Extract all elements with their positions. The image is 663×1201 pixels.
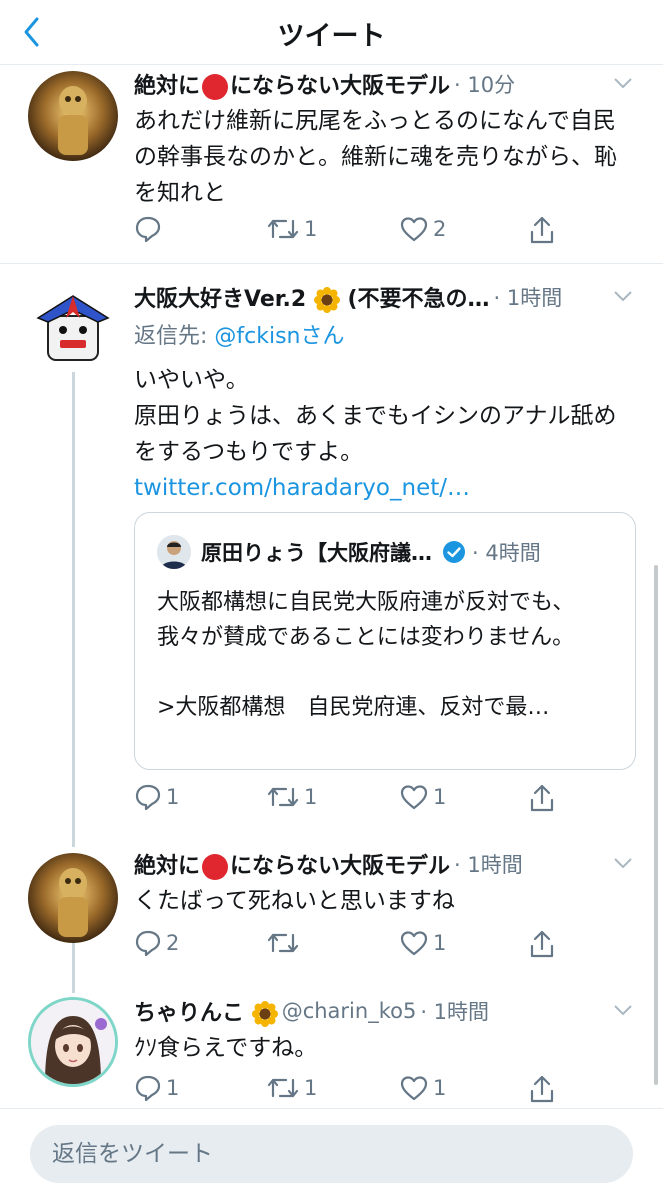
retweet-icon [267, 787, 299, 807]
tweet-link[interactable]: twitter.com/haradaryo_net/… [134, 470, 633, 506]
quoted-tweet[interactable]: 原田りょう【大阪府議… · 4時間 大阪都構想に自民党大阪府連が反対でも、我々が… [134, 512, 636, 770]
share-icon [530, 1075, 554, 1103]
reply-count: 1 [166, 785, 180, 809]
like-icon [400, 1076, 428, 1101]
like-button[interactable]: 2 [399, 215, 446, 243]
reply-to-handle[interactable]: @fckisnさん [214, 324, 344, 349]
verified-badge-icon [443, 541, 465, 563]
reply-icon [135, 216, 161, 243]
user-handle[interactable]: @charin_ko5 [282, 999, 417, 1023]
timestamp[interactable]: · 1時間 [494, 282, 563, 312]
tweet-actions: 2 1 [134, 929, 564, 963]
navigation-bar: ツイート [0, 0, 663, 65]
retweet-button[interactable]: 1 [266, 215, 317, 243]
avatar[interactable] [28, 997, 118, 1087]
display-name[interactable]: 絶対に にならない大阪モデル [134, 848, 450, 880]
tweet-actions: 1 2 [134, 215, 564, 249]
red-circle-emoji-icon [202, 854, 229, 880]
tweet-header: 大阪大好きVer.2 (不要不急の… · 1時間 [134, 280, 633, 314]
reply-button[interactable]: 1 [134, 783, 179, 811]
quoted-timestamp: · 4時間 [472, 541, 541, 565]
share-button[interactable] [528, 929, 556, 959]
like-icon [400, 931, 428, 956]
tweet-text: いやいや。 原田りょうは、あくまでもイシンのアナル舐めをするつもりですよ。 tw… [134, 362, 633, 506]
tweet-actions: 1 1 1 [134, 1074, 564, 1108]
like-count: 1 [433, 785, 447, 809]
reply-input[interactable]: 返信をツイート [30, 1125, 633, 1183]
retweet-count: 1 [304, 217, 318, 241]
share-button[interactable] [528, 1074, 556, 1104]
timestamp[interactable]: · 1時間 [420, 996, 489, 1026]
timestamp[interactable]: · 10分 [454, 69, 515, 99]
retweet-button[interactable] [266, 929, 304, 957]
sunflower-emoji-icon [251, 1001, 278, 1027]
share-icon [530, 216, 554, 244]
like-count: 1 [433, 931, 447, 955]
reply-icon [135, 930, 161, 957]
reply-icon [135, 1075, 161, 1102]
retweet-button[interactable]: 1 [266, 1074, 317, 1102]
retweet-count: 1 [304, 1076, 318, 1100]
share-button[interactable] [528, 215, 556, 245]
avatar[interactable] [28, 282, 118, 372]
reply-count: 2 [166, 931, 180, 955]
tweet[interactable]: ちゃりんこ @charin_ko5 · 1時間 ｸｿ食らえですね。 1 1 1 [0, 992, 663, 1108]
display-name[interactable]: 大阪大好きVer.2 (不要不急の… [134, 281, 490, 313]
reply-button[interactable]: 2 [134, 929, 179, 957]
tweet-actions: 1 1 1 [134, 783, 564, 817]
like-icon [400, 785, 428, 810]
sunflower-emoji-icon [313, 287, 340, 313]
like-button[interactable]: 1 [399, 1074, 446, 1102]
share-icon [530, 930, 554, 958]
reply-to: 返信先: @fckisnさん [134, 324, 345, 349]
tweet-header: 絶対に にならない大阪モデル · 10分 [134, 67, 633, 101]
like-button[interactable]: 1 [399, 929, 446, 957]
like-button[interactable]: 1 [399, 783, 446, 811]
timestamp[interactable]: · 1時間 [454, 849, 523, 879]
reply-composer: 返信をツイート [0, 1108, 663, 1201]
chevron-down-icon[interactable] [613, 1004, 633, 1016]
scrollbar[interactable] [654, 565, 658, 1085]
tweet-header: 絶対に にならない大阪モデル · 1時間 [134, 847, 633, 881]
quoted-tweet-header: 原田りょう【大阪府議… · 4時間 [157, 535, 541, 569]
like-count: 2 [433, 217, 447, 241]
share-icon [530, 784, 554, 812]
quoted-display-name: 原田りょう【大阪府議… [201, 541, 432, 565]
retweet-icon [267, 219, 299, 239]
avatar[interactable] [28, 71, 118, 161]
quoted-avatar [157, 535, 191, 569]
tweet-header: ちゃりんこ @charin_ko5 · 1時間 [134, 994, 633, 1028]
like-count: 1 [433, 1076, 447, 1100]
reply-button[interactable]: 1 [134, 1074, 179, 1102]
tweet-text: あれだけ維新に尻尾をふっとるのになんで自民の幹事長なのかと。維新に魂を売りながら… [134, 108, 617, 206]
avatar[interactable] [28, 853, 118, 943]
tweet[interactable]: 絶対に にならない大阪モデル · 10分 あれだけ維新に尻尾をふっとるのになんで自… [0, 65, 663, 264]
display-name[interactable]: ちゃりんこ [134, 995, 278, 1027]
retweet-count: 1 [304, 785, 318, 809]
chevron-down-icon[interactable] [613, 77, 633, 89]
reply-count: 1 [166, 1076, 180, 1100]
tweet[interactable]: 絶対に にならない大阪モデル · 1時間 くたばって死ねいと思いますね 2 1 [0, 845, 663, 980]
reply-button[interactable] [134, 215, 166, 243]
tweet-text: ｸｿ食らえですね。 [134, 1035, 318, 1061]
tweet-text: くたばって死ねいと思いますね [134, 888, 455, 914]
quoted-tweet-text: 大阪都構想に自民党大阪府連が反対でも、我々が賛成であることには変わりません。 >… [157, 590, 575, 720]
chevron-down-icon[interactable] [613, 290, 633, 302]
chevron-down-icon[interactable] [613, 857, 633, 869]
reply-icon [135, 784, 161, 811]
display-name[interactable]: 絶対に にならない大阪モデル [134, 68, 450, 100]
red-circle-emoji-icon [202, 74, 229, 100]
like-icon [400, 217, 428, 242]
retweet-icon [267, 933, 299, 953]
retweet-icon [267, 1078, 299, 1098]
share-button[interactable] [528, 783, 556, 813]
retweet-button[interactable]: 1 [266, 783, 317, 811]
page-title: ツイート [277, 21, 386, 52]
